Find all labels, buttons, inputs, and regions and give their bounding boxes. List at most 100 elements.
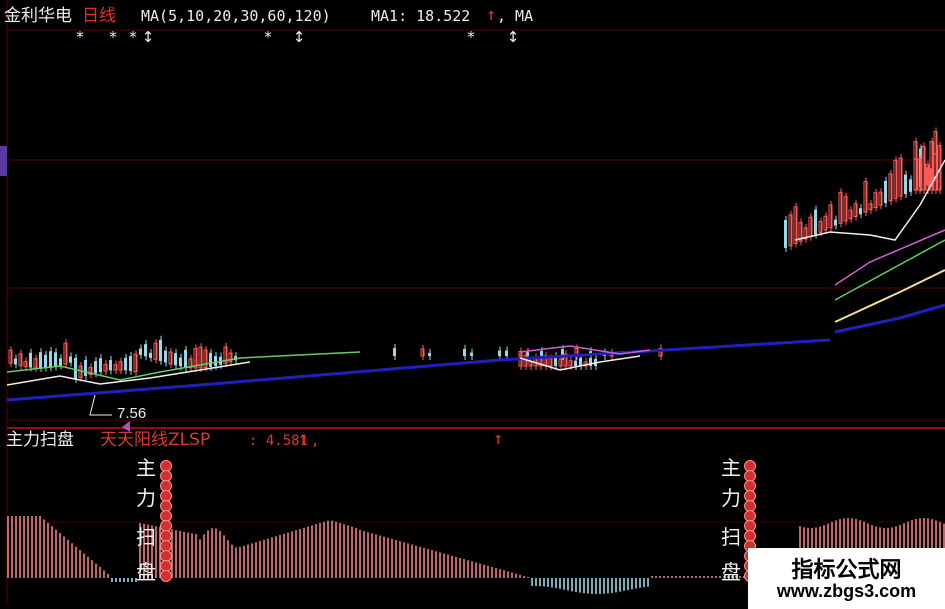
candle — [834, 219, 837, 226]
candle — [44, 354, 47, 368]
candle — [209, 352, 212, 367]
signal-dot-icon — [744, 530, 756, 542]
signal-dot-icon — [160, 490, 172, 502]
up-arrow-icon: ↑ — [486, 5, 497, 25]
ma-line — [834, 303, 945, 334]
candle — [814, 209, 817, 235]
signal-char: 扫 — [136, 525, 156, 549]
bottom-axis-strip — [0, 602, 748, 609]
signal-dot-icon — [160, 570, 172, 582]
candle — [59, 358, 62, 366]
ma-line — [834, 269, 945, 323]
candle — [909, 179, 912, 192]
candle — [29, 352, 32, 368]
signal-dot-icon — [160, 470, 172, 482]
candle — [463, 348, 466, 356]
event-marker-icon: * — [129, 28, 137, 46]
scroll-handle — [0, 146, 7, 176]
candle — [174, 353, 177, 366]
signal-dot-icon — [160, 560, 172, 572]
candle — [69, 356, 72, 363]
ma-line — [519, 345, 651, 355]
candle — [164, 350, 167, 363]
candle — [859, 208, 862, 215]
ma-suffix: , MA — [497, 7, 534, 25]
candle — [579, 357, 582, 366]
indicator-separator: , — [311, 433, 320, 449]
signal-dot-icon — [744, 510, 756, 522]
signal-dot-icon — [160, 510, 172, 522]
event-marker-icon: * — [264, 28, 272, 46]
candle — [99, 358, 102, 372]
candle — [94, 361, 97, 374]
up-arrow-icon: ↑ — [493, 429, 504, 449]
candle — [505, 350, 508, 356]
event-marker-icon: * — [109, 28, 117, 46]
signal-char: 主 — [136, 456, 156, 480]
candle — [498, 350, 501, 356]
ma-line — [834, 239, 945, 301]
signal-dot-icon — [160, 520, 172, 532]
candle — [214, 356, 217, 366]
candle — [470, 352, 473, 356]
event-marker-icon: * — [467, 28, 475, 46]
candle — [574, 360, 577, 366]
signal-dot-icon — [744, 470, 756, 482]
signal-char: 盘 — [136, 560, 156, 584]
candle — [49, 351, 52, 368]
low-price-label: 7.56 — [117, 405, 147, 422]
signal-char: 盘 — [721, 560, 741, 584]
signal-char: 力 — [136, 486, 156, 510]
low-price-pointer — [89, 394, 112, 416]
candle — [784, 219, 787, 248]
indicator-name: 天天阳线ZLSP — [100, 430, 211, 450]
stock-chart-window: * * * ↕ * ↕ * ↕ 金利华电 日线 MA(5,10,20,30,60,120) M… — [0, 0, 945, 609]
signal-char: 力 — [721, 486, 741, 510]
candle — [884, 180, 887, 203]
event-marker-icon: ↕ — [507, 28, 520, 46]
signal-dot-icon — [744, 520, 756, 532]
ma-line — [6, 361, 251, 386]
indicator-title[interactable]: 主力扫盘 — [6, 432, 74, 449]
watermark-url: www.zbgs3.com — [776, 581, 917, 601]
candle — [74, 357, 77, 380]
candle — [184, 349, 187, 368]
stock-name: 金利华电 — [4, 6, 72, 26]
candle — [124, 357, 127, 371]
signal-dot-icon — [744, 500, 756, 512]
candle — [393, 348, 396, 356]
candle — [428, 352, 431, 356]
candle — [109, 360, 112, 371]
candle — [14, 358, 17, 365]
signal-dot-icon — [160, 530, 172, 542]
candle — [179, 357, 182, 367]
signal-dot-icon — [744, 460, 756, 472]
signal-char: 主 — [721, 456, 741, 480]
candle — [904, 174, 907, 194]
candle — [54, 352, 57, 367]
signal-dot-icon — [160, 500, 172, 512]
signal-dot-icon — [160, 550, 172, 562]
up-arrow-icon: ↑ — [298, 429, 309, 449]
watermark: 指标公式网 www.zbgs3.com — [748, 548, 945, 609]
candlestick-chart[interactable]: * * * ↕ * ↕ * ↕ — [0, 0, 945, 609]
signal-dot-icon — [160, 460, 172, 472]
signal-dot-icon — [160, 480, 172, 492]
event-marker-icon: ↕ — [142, 28, 155, 46]
candle — [144, 344, 147, 357]
signal-dot-icon — [160, 540, 172, 552]
event-marker-icon: ↕ — [293, 28, 306, 46]
ma-params: MA(5,10,20,30,60,120) — [141, 7, 331, 25]
watermark-name: 指标公式网 — [791, 558, 902, 583]
signal-dot-icon — [744, 490, 756, 502]
candle — [84, 359, 87, 376]
period-label[interactable]: 日线 — [82, 8, 116, 25]
candle — [159, 339, 162, 361]
signal-char: 扫 — [721, 525, 741, 549]
ma1-value: MA1: 18.522 — [371, 7, 471, 25]
candle — [129, 356, 132, 371]
candle — [149, 352, 152, 358]
candle — [39, 352, 42, 368]
candle — [139, 348, 142, 355]
signal-dot-icon — [744, 480, 756, 492]
